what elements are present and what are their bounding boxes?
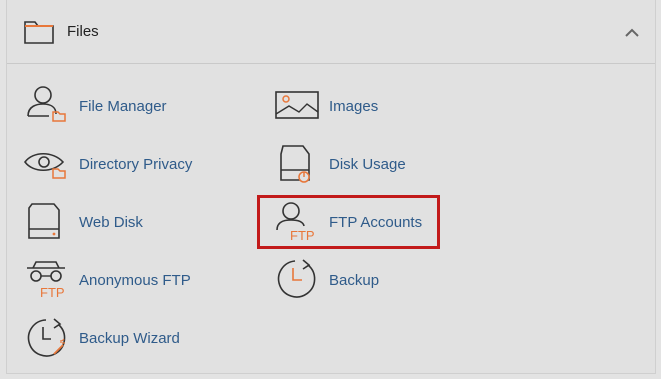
backup-icon: [277, 259, 316, 298]
anonymous-ftp-icon: FTP: [27, 261, 65, 300]
web-disk-link[interactable]: Web Disk: [23, 198, 223, 248]
backup-wizard-link[interactable]: Backup Wizard: [23, 314, 223, 364]
images-icon: [275, 91, 319, 119]
backup-wizard-icon: [27, 318, 66, 357]
folder-icon: [24, 21, 54, 44]
backup-label: Backup: [329, 272, 380, 289]
anonymous-ftp-label: Anonymous FTP: [79, 272, 191, 289]
images-link[interactable]: Images: [273, 82, 443, 132]
panel-title: Files: [67, 23, 99, 40]
panel-header[interactable]: Files: [7, 0, 655, 64]
svg-text:FTP: FTP: [40, 285, 65, 300]
directory-privacy-link[interactable]: Directory Privacy: [23, 140, 223, 190]
files-panel: Files File Manager Images Directory Priv…: [6, 0, 656, 374]
web-disk-icon: [28, 203, 60, 239]
disk-usage-icon: [280, 145, 310, 183]
highlight-box: [257, 195, 440, 249]
disk-usage-link[interactable]: Disk Usage: [273, 140, 443, 190]
directory-privacy-label: Directory Privacy: [79, 156, 193, 173]
file-manager-link[interactable]: File Manager: [23, 82, 223, 132]
backup-link[interactable]: Backup: [273, 256, 443, 306]
file-manager-label: File Manager: [79, 98, 167, 115]
images-label: Images: [329, 98, 379, 115]
directory-privacy-icon: [24, 152, 66, 179]
web-disk-label: Web Disk: [79, 214, 143, 231]
anonymous-ftp-link[interactable]: FTP Anonymous FTP: [23, 256, 223, 306]
disk-usage-label: Disk Usage: [329, 156, 406, 173]
chevron-up-icon[interactable]: [620, 22, 644, 44]
file-manager-icon: [27, 86, 66, 122]
backup-wizard-label: Backup Wizard: [79, 330, 180, 347]
